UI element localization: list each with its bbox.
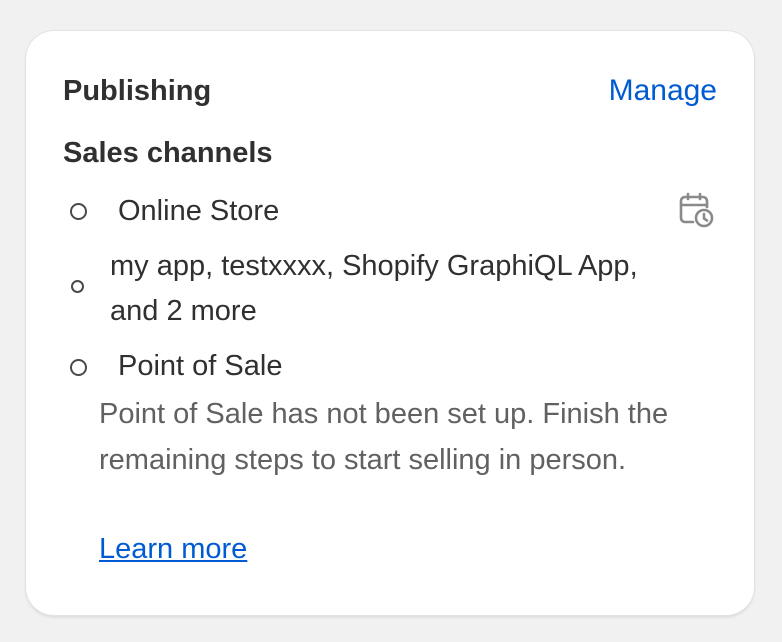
manage-link[interactable]: Manage bbox=[609, 74, 717, 108]
learn-more-link[interactable]: Learn more bbox=[99, 533, 247, 566]
channel-apps-line1: my app, testxxxx, Shopify GraphiQL App, bbox=[110, 250, 638, 282]
status-bullet-point-of-sale bbox=[70, 359, 87, 376]
status-bullet-apps bbox=[71, 280, 84, 293]
card-header: Publishing Manage bbox=[63, 73, 717, 109]
channel-point-of-sale: Point of Sale bbox=[118, 350, 283, 382]
pos-description: Point of Sale has not been set up. Finis… bbox=[99, 398, 669, 476]
channel-apps-line2: and 2 more bbox=[110, 295, 257, 327]
publishing-card: Publishing Manage Sales channels Online … bbox=[26, 31, 754, 615]
card-title: Publishing bbox=[63, 74, 212, 107]
status-bullet-online-store bbox=[70, 203, 87, 220]
channel-online-store: Online Store bbox=[118, 195, 280, 227]
calendar-clock-icon[interactable] bbox=[676, 191, 716, 231]
sales-channels-heading: Sales channels bbox=[63, 137, 273, 169]
